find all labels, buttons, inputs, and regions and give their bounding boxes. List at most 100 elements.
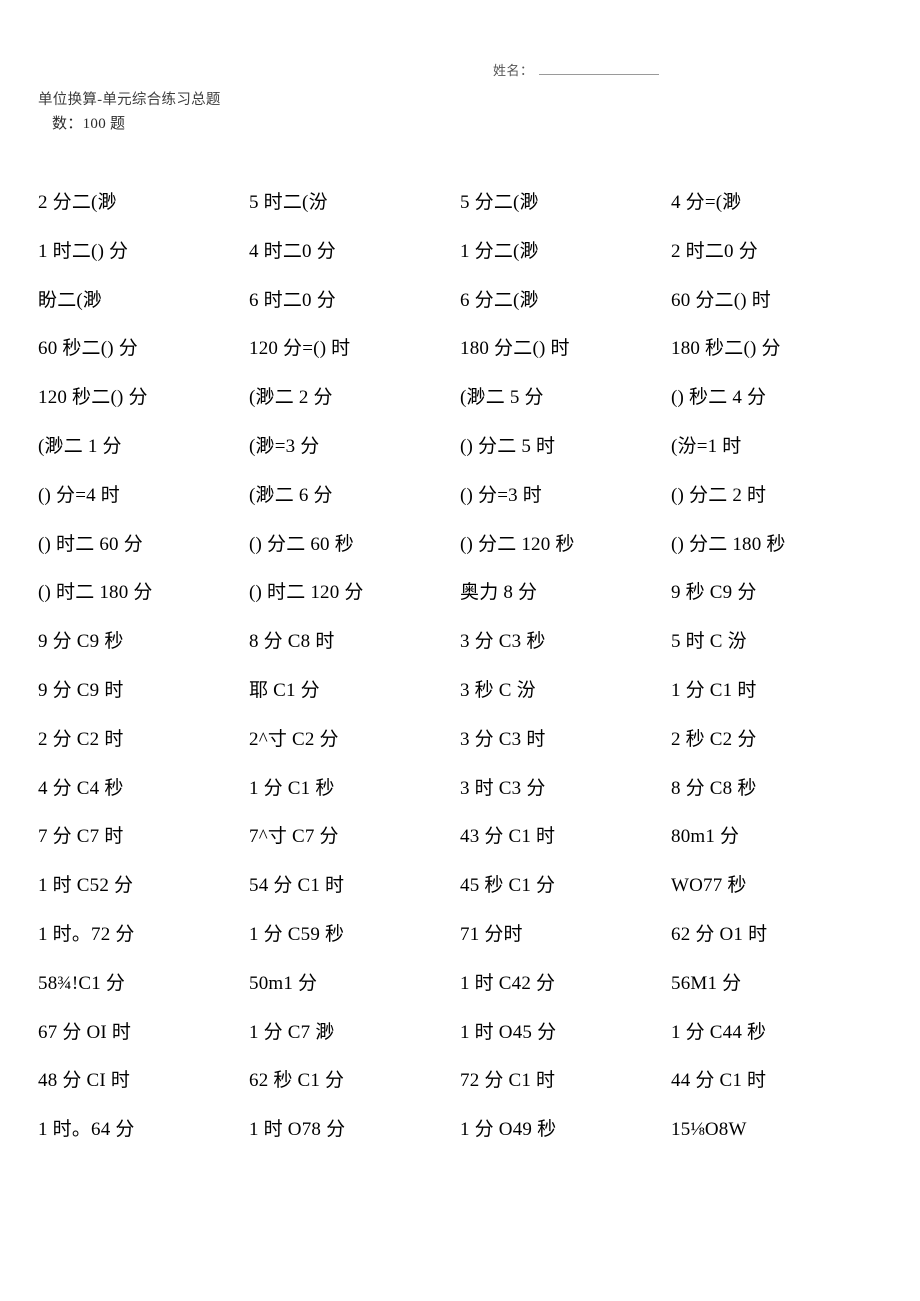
problem-row: 120 秒二() 分 (渺二 2 分 (渺二 5 分() 秒二 4 分 [38,385,882,434]
problem-cell[interactable]: 1 分 C1 秒 [249,776,460,802]
problem-cell[interactable]: 7^寸 C7 分 [249,824,460,850]
problem-cell[interactable]: (汾=1 时 [671,434,882,460]
problem-cell[interactable]: 48 分 CI 时 [38,1068,249,1094]
problem-cell[interactable]: 54 分 C1 时 [249,873,460,899]
problem-cell[interactable]: 3 秒 C 汾 [460,678,671,704]
problem-cell[interactable]: 3 分 C3 秒 [460,629,671,655]
problem-cell[interactable]: 1 时二() 分 [38,239,249,265]
problem-cell[interactable]: 8 分 C8 秒 [671,776,882,802]
problem-cell[interactable]: 1 时 O45 分 [460,1020,671,1046]
problem-cell[interactable]: 2 分 C2 时 [38,727,249,753]
student-name-blank[interactable] [538,64,659,75]
problem-cell[interactable]: 1 分 C1 时 [671,678,882,704]
problem-cell[interactable]: 2 分二(渺 [38,190,249,216]
problem-cell[interactable]: 4 分 C4 秒 [38,776,249,802]
problem-row: 2 分二(渺 5 时二(汾 5 分二(渺 4 分=(渺 [38,190,882,239]
problem-cell[interactable]: 2^寸 C2 分 [249,727,460,753]
problem-row: 60 秒二() 分 120 分=() 时 180 分二() 时 180 秒二() 分 [38,336,882,385]
problem-row: 4 分 C4 秒1 分 C1 秒3 时 C3 分8 分 C8 秒 [38,776,882,825]
problem-cell[interactable]: 120 分=() 时 [249,336,460,362]
problem-row: 48 分 CI 时 62 秒 C1 分 72 分 C1 时 44 分 C1 时 [38,1068,882,1117]
problem-cell[interactable]: 5 分二(渺 [460,190,671,216]
problem-row: 1 时。64 分1 时 O78 分1 分 O49 秒 15⅛O8W [38,1117,882,1166]
problem-cell[interactable]: 1 分 O49 秒 [460,1117,671,1143]
problem-cell[interactable]: 3 时 C3 分 [460,776,671,802]
problem-cell[interactable]: 56M1 分 [671,971,882,997]
problem-row: 2 分 C2 时 2^寸 C2 分3 分 C3 时2 秒 C2 分 [38,727,882,776]
problem-row: 67 分 OI 时1 分 C7 渺1 时 O45 分1 分 C44 秒 [38,1020,882,1069]
problem-cell[interactable]: WO77 秒 [671,873,882,899]
problem-cell[interactable]: 2 时二0 分 [671,239,882,265]
worksheet-page: 姓名： 单位换算-单元综合练习总题 数：100 题 2 分二(渺 5 时二(汾 5 … [0,0,920,1301]
problem-cell[interactable]: (渺二 2 分 [249,385,460,411]
problem-cell[interactable]: 180 分二() 时 [460,336,671,362]
problem-cell[interactable]: 1 时 C42 分 [460,971,671,997]
problem-cell[interactable]: 1 分二(渺 [460,239,671,265]
problem-cell[interactable]: 43 分 C1 时 [460,824,671,850]
problem-cell[interactable]: 50m1 分 [249,971,460,997]
problem-cell[interactable]: 71 分时 [460,922,671,948]
problem-row: (渺二 1 分 (渺=3 分() 分二 5 时 (汾=1 时 [38,434,882,483]
problem-cell[interactable]: 奥力 8 分 [460,580,671,606]
problem-cell[interactable]: 9 分 C9 时 [38,678,249,704]
problem-cell[interactable]: 1 分 C7 渺 [249,1020,460,1046]
problem-cell[interactable]: 45 秒 C1 分 [460,873,671,899]
problem-cell[interactable]: () 分二 180 秒 [671,532,882,558]
problem-cell[interactable]: 盼二(渺 [38,288,249,314]
problem-cell[interactable]: 9 秒 C9 分 [671,580,882,606]
problem-row: 1 时。72 分1 分 C59 秒 71 分时 62 分 O1 时 [38,922,882,971]
problem-row: 盼二(渺 6 时二0 分6 分二(渺 60 分二() 时 [38,288,882,337]
problem-cell[interactable]: 2 秒 C2 分 [671,727,882,753]
page-title: 单位换算-单元综合练习总题 数：100 题 [38,88,598,136]
problem-cell[interactable]: 72 分 C1 时 [460,1068,671,1094]
problem-cell[interactable]: 8 分 C8 时 [249,629,460,655]
problem-row: () 分=4 时 (渺二 6 分() 分=3 时() 分二 2 时 [38,483,882,532]
problem-row: () 时二 60 分() 分二 60 秒() 分二 120 秒() 分二 180… [38,532,882,581]
problem-cell[interactable]: () 分=4 时 [38,483,249,509]
problem-cell[interactable]: 4 时二0 分 [249,239,460,265]
problem-cell[interactable]: 5 时二(汾 [249,190,460,216]
problem-cell[interactable]: 6 分二(渺 [460,288,671,314]
problem-cell[interactable]: 58¾!C1 分 [38,971,249,997]
problem-cell[interactable]: 1 时。64 分 [38,1117,249,1143]
problem-cell[interactable]: 62 分 O1 时 [671,922,882,948]
problem-cell[interactable]: () 秒二 4 分 [671,385,882,411]
problem-cell[interactable]: (渺二 6 分 [249,483,460,509]
problem-cell[interactable]: (渺二 1 分 [38,434,249,460]
problem-cell[interactable]: () 时二 120 分 [249,580,460,606]
problem-cell[interactable]: () 分=3 时 [460,483,671,509]
problem-cell[interactable]: () 时二 180 分 [38,580,249,606]
problem-cell[interactable]: 6 时二0 分 [249,288,460,314]
problem-cell[interactable]: 67 分 OI 时 [38,1020,249,1046]
problem-cell[interactable]: (渺=3 分 [249,434,460,460]
problem-cell[interactable]: 120 秒二() 分 [38,385,249,411]
problem-cell[interactable]: () 时二 60 分 [38,532,249,558]
problem-cell[interactable]: 5 时 C 汾 [671,629,882,655]
problem-cell[interactable]: 60 分二() 时 [671,288,882,314]
problem-cell[interactable]: () 分二 60 秒 [249,532,460,558]
problem-cell[interactable]: () 分二 2 时 [671,483,882,509]
problem-row: 9 分 C9 时耶 C1 分3 秒 C 汾1 分 C1 时 [38,678,882,727]
problem-cell[interactable]: 耶 C1 分 [249,678,460,704]
problem-cell[interactable]: 180 秒二() 分 [671,336,882,362]
problem-cell[interactable]: 80m1 分 [671,824,882,850]
problem-row: () 时二 180 分() 时二 120 分奥力 8 分9 秒 C9 分 [38,580,882,629]
problem-cell[interactable]: 1 分 C59 秒 [249,922,460,948]
problem-cell[interactable]: 1 分 C44 秒 [671,1020,882,1046]
problem-cell[interactable]: 3 分 C3 时 [460,727,671,753]
problem-cell[interactable]: 15⅛O8W [671,1117,882,1143]
problem-cell[interactable]: 9 分 C9 秒 [38,629,249,655]
page-title-line-1: 单位换算-单元综合练习总题 [38,92,221,108]
problem-cell[interactable]: 60 秒二() 分 [38,336,249,362]
problem-cell[interactable]: 44 分 C1 时 [671,1068,882,1094]
problem-cell[interactable]: 4 分=(渺 [671,190,882,216]
problem-cell[interactable]: 7 分 C7 时 [38,824,249,850]
problem-cell[interactable]: () 分二 5 时 [460,434,671,460]
problem-cell[interactable]: (渺二 5 分 [460,385,671,411]
problem-cell[interactable]: () 分二 120 秒 [460,532,671,558]
problem-cell[interactable]: 1 时。72 分 [38,922,249,948]
problem-cell[interactable]: 1 时 C52 分 [38,873,249,899]
student-name-field[interactable]: 姓名： [493,60,659,79]
problem-cell[interactable]: 1 时 O78 分 [249,1117,460,1143]
problem-cell[interactable]: 62 秒 C1 分 [249,1068,460,1094]
